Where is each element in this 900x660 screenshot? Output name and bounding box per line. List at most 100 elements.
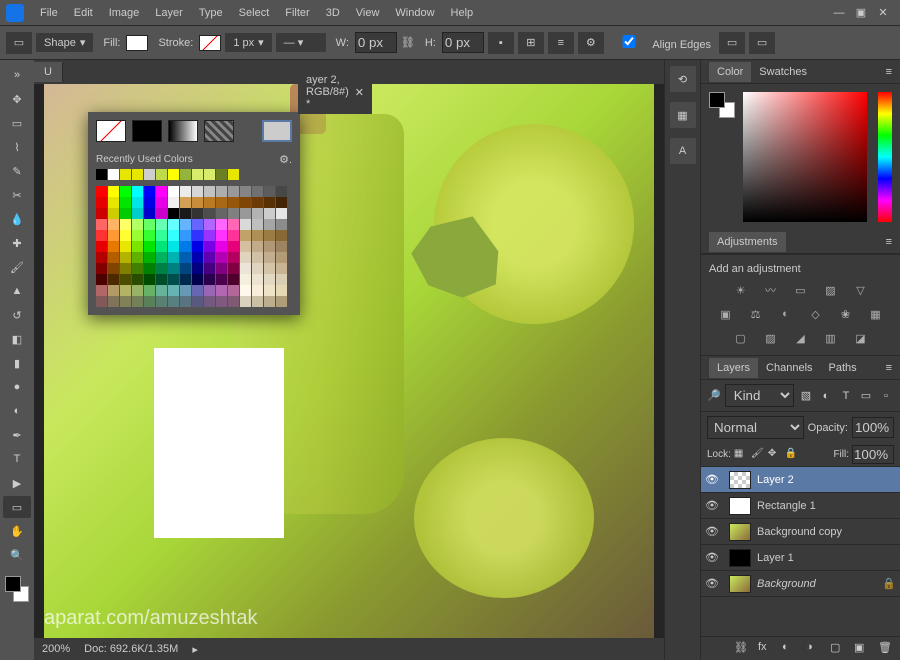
- menu-view[interactable]: View: [348, 3, 388, 23]
- swatch[interactable]: [276, 252, 287, 263]
- swatch[interactable]: [216, 241, 227, 252]
- stroke-width-dropdown[interactable]: 1 px▾: [225, 33, 271, 52]
- layer-thumb[interactable]: [729, 497, 751, 515]
- swatch[interactable]: [156, 230, 167, 241]
- swatch[interactable]: [108, 230, 119, 241]
- adjustment-icon[interactable]: ☀: [731, 281, 751, 299]
- swatch[interactable]: [144, 274, 155, 285]
- swatch[interactable]: [276, 219, 287, 230]
- swatch[interactable]: [216, 197, 227, 208]
- swatch[interactable]: [276, 274, 287, 285]
- swatch[interactable]: [168, 285, 179, 296]
- swatch[interactable]: [108, 186, 119, 197]
- swatch[interactable]: [216, 296, 227, 307]
- adjustments-tab[interactable]: Adjustments: [709, 232, 786, 252]
- visibility-icon[interactable]: 👁: [705, 499, 723, 512]
- move-tool[interactable]: ✥: [3, 88, 31, 110]
- fx-icon[interactable]: fx: [758, 641, 774, 657]
- swatch[interactable]: [96, 197, 107, 208]
- tool-preset-icon[interactable]: ▭: [6, 32, 32, 54]
- swatch[interactable]: [96, 274, 107, 285]
- swatch[interactable]: [120, 219, 131, 230]
- path-ops-icon[interactable]: ▪: [488, 32, 514, 54]
- swatch[interactable]: [252, 197, 263, 208]
- lock-pixels-icon[interactable]: 🖌: [751, 448, 765, 462]
- swatch[interactable]: [156, 274, 167, 285]
- adjustment-icon[interactable]: ⚖: [746, 305, 766, 323]
- swatch[interactable]: [228, 169, 239, 180]
- layer-row[interactable]: 👁Layer 2: [701, 467, 900, 493]
- menu-type[interactable]: Type: [191, 3, 231, 23]
- swatch[interactable]: [204, 208, 215, 219]
- swatch[interactable]: [156, 252, 167, 263]
- maximize-icon[interactable]: ▣: [850, 3, 872, 22]
- swatch[interactable]: [96, 230, 107, 241]
- swatch[interactable]: [168, 274, 179, 285]
- history-panel-icon[interactable]: ⟲: [670, 66, 696, 92]
- swatch[interactable]: [240, 197, 251, 208]
- close-icon[interactable]: ✕: [872, 3, 894, 22]
- swatch[interactable]: [204, 252, 215, 263]
- swatch[interactable]: [168, 296, 179, 307]
- swatch[interactable]: [168, 252, 179, 263]
- swatch[interactable]: [144, 296, 155, 307]
- swatch[interactable]: [120, 197, 131, 208]
- layer-name[interactable]: Layer 1: [757, 552, 896, 564]
- arrange-icon[interactable]: ≡: [548, 32, 574, 54]
- align-edges-check[interactable]: Align Edges: [608, 35, 711, 51]
- stroke-style-dropdown[interactable]: — ▾: [276, 33, 326, 52]
- swatch[interactable]: [264, 230, 275, 241]
- swatch[interactable]: [180, 241, 191, 252]
- menu-layer[interactable]: Layer: [147, 3, 191, 23]
- swatch[interactable]: [192, 296, 203, 307]
- swatch[interactable]: [228, 252, 239, 263]
- blend-mode-dropdown[interactable]: Normal: [707, 416, 804, 439]
- swatch[interactable]: [228, 285, 239, 296]
- layers-tab[interactable]: Layers: [709, 358, 758, 378]
- adjustment-icon[interactable]: ◐: [776, 305, 796, 323]
- swatch[interactable]: [156, 263, 167, 274]
- lock-all-icon[interactable]: 🔒: [785, 448, 799, 462]
- solid-color-preset[interactable]: [132, 120, 162, 142]
- adjustment-icon[interactable]: ◪: [851, 329, 871, 347]
- swatch[interactable]: [252, 274, 263, 285]
- minimize-icon[interactable]: —: [828, 4, 850, 22]
- character-panel-icon[interactable]: A: [670, 138, 696, 164]
- color-picker-icon[interactable]: ▦: [262, 120, 292, 142]
- crop-tool[interactable]: ✂: [3, 184, 31, 206]
- swatch[interactable]: [120, 252, 131, 263]
- rectangle-tool[interactable]: ▭: [3, 496, 31, 518]
- swatch[interactable]: [120, 274, 131, 285]
- layer-thumb[interactable]: [729, 549, 751, 567]
- adjustment-icon[interactable]: ◇: [806, 305, 826, 323]
- swatch[interactable]: [108, 252, 119, 263]
- swatch[interactable]: [108, 285, 119, 296]
- swatch[interactable]: [180, 285, 191, 296]
- pattern-preset[interactable]: [204, 120, 234, 142]
- swatch[interactable]: [204, 230, 215, 241]
- shape-mode-dropdown[interactable]: Shape▾: [36, 33, 93, 52]
- swatch[interactable]: [240, 219, 251, 230]
- swatch[interactable]: [144, 252, 155, 263]
- no-color-preset[interactable]: [96, 120, 126, 142]
- paths-tab[interactable]: Paths: [821, 358, 865, 378]
- swatch[interactable]: [204, 274, 215, 285]
- swatch[interactable]: [156, 285, 167, 296]
- swatch[interactable]: [120, 285, 131, 296]
- swatch[interactable]: [120, 230, 131, 241]
- history-brush-tool[interactable]: ↺: [3, 304, 31, 326]
- swatch[interactable]: [228, 274, 239, 285]
- stamp-tool[interactable]: ▲: [3, 280, 31, 302]
- swatch[interactable]: [192, 208, 203, 219]
- gradient-tool[interactable]: ▮: [3, 352, 31, 374]
- popup-gear-icon[interactable]: ⚙.: [279, 153, 292, 166]
- swatch[interactable]: [264, 252, 275, 263]
- swatch[interactable]: [96, 252, 107, 263]
- swatch[interactable]: [144, 186, 155, 197]
- layer-thumb[interactable]: [729, 523, 751, 541]
- swatch[interactable]: [120, 186, 131, 197]
- menu-select[interactable]: Select: [231, 3, 278, 23]
- expand-toolbar-icon[interactable]: »: [3, 64, 31, 86]
- swatch[interactable]: [204, 169, 215, 180]
- swatch[interactable]: [240, 296, 251, 307]
